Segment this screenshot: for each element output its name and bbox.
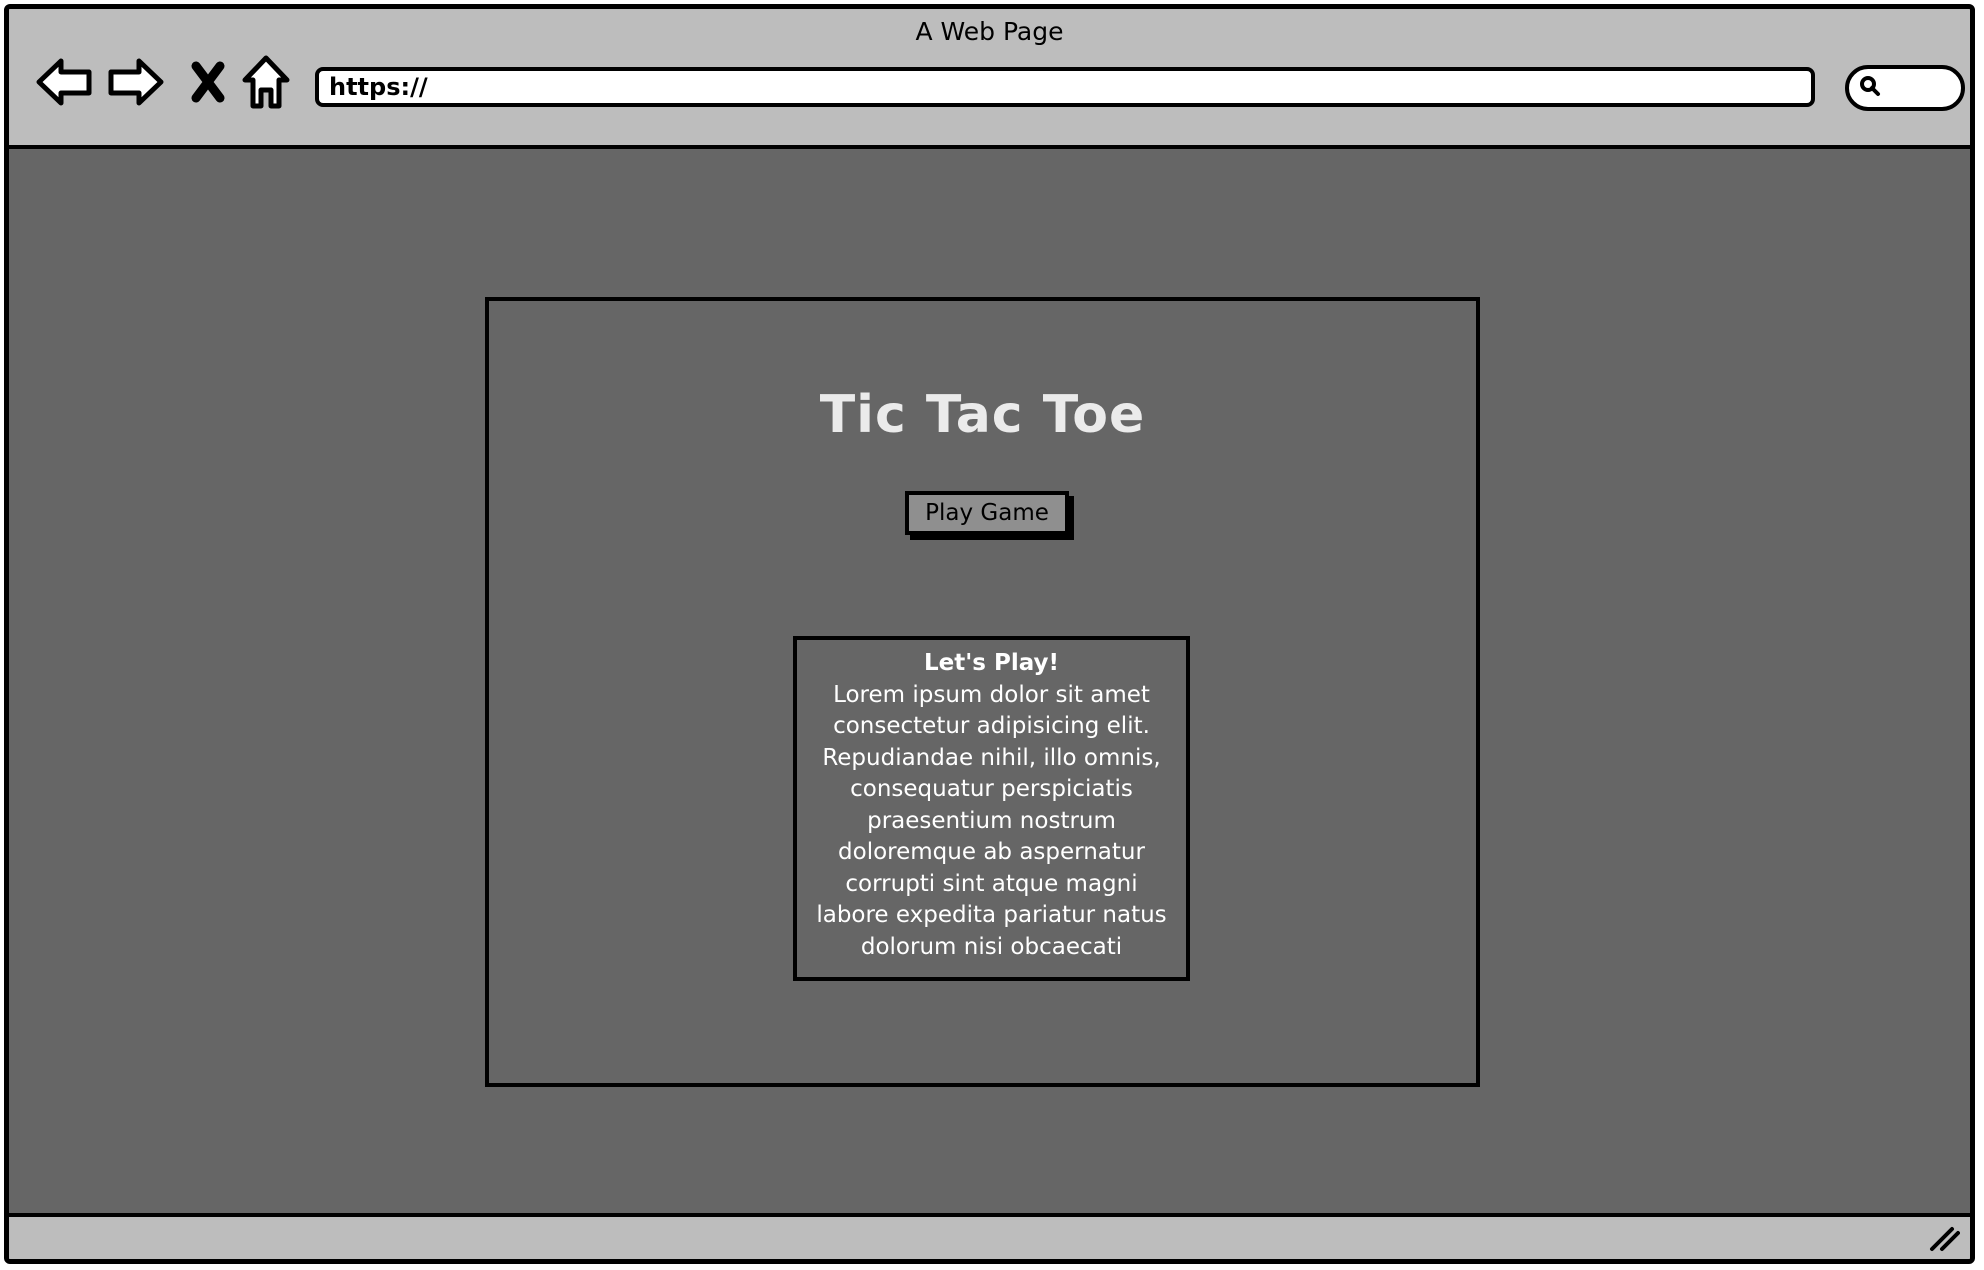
info-line: labore expedita pariatur natus [816,902,1167,928]
game-panel: Tic Tac Toe Play Game Let's Play! Lorem … [485,297,1480,1087]
address-bar[interactable]: https:// [315,67,1815,107]
info-line: Repudiandae nihil, illo omnis, [822,744,1161,771]
info-line: doloremque ab aspernatur [838,839,1145,865]
info-line: dolorum nisi obcaecati [860,933,1123,960]
search-box[interactable] [1845,65,1965,111]
window-title: A Web Page [915,17,1064,46]
info-line: corrupti sint atque magni [845,870,1138,897]
resize-grip-icon[interactable] [1928,1223,1960,1253]
info-line: consequatur perspiciatis [850,776,1133,802]
page-viewport: Tic Tac Toe Play Game Let's Play! Lorem … [9,149,1970,1222]
info-heading: Let's Play! [923,650,1060,676]
browser-toolbar: A Web Page https:// [9,9,1970,149]
page-title: Tic Tac Toe [819,385,1146,445]
status-bar [9,1213,1970,1259]
info-box: Let's Play! Lorem ipsum dolor sit amet c… [793,636,1190,981]
close-x-icon[interactable] [177,51,239,113]
url-text: https:// [329,73,428,101]
info-line: consectetur adipisicing elit. [833,713,1150,739]
forward-arrow-icon[interactable] [105,51,167,113]
search-icon [1859,75,1881,101]
browser-window: A Web Page https:// Tic Tac Toe Play Gam… [4,4,1975,1264]
info-line: praesentium nostrum [867,807,1116,834]
back-arrow-icon[interactable] [33,51,95,113]
home-icon[interactable] [235,51,297,113]
play-game-button[interactable]: Play Game [905,491,1069,535]
info-line: Lorem ipsum dolor sit amet [833,681,1150,708]
